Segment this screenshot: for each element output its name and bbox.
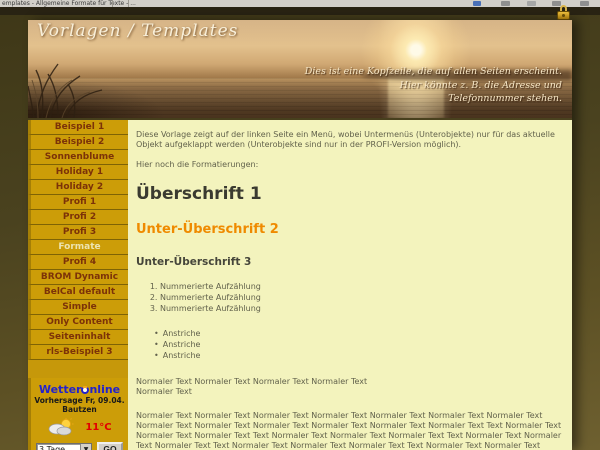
tagline-line-3: Telefonnummer stehen. [305, 92, 562, 106]
formats-intro-line: Hier noch die Formatierungen: [136, 160, 562, 170]
sidebar-item-profi-3[interactable]: Profi 3 [28, 225, 128, 240]
tagline-line-2: Hier könnte z. B. die Adresse und [305, 79, 562, 93]
numbered-list-item: Nummerierte Aufzählung [160, 281, 562, 292]
heading-1: Überschrift 1 [136, 184, 562, 204]
heading-3: Unter-Überschrift 3 [136, 256, 562, 269]
wetteronline-logo-suffix: nline [89, 383, 120, 396]
cloud-sun-icon [47, 418, 75, 436]
site-title: Vorlagen / Templates [37, 21, 238, 41]
forecast-city-label: Bautzen [31, 405, 128, 414]
sidebar-item-only-content[interactable]: Only Content [28, 315, 128, 330]
tab-divider [112, 0, 113, 7]
sidebar-item-profi-1[interactable]: Profi 1 [28, 195, 128, 210]
beach-grass-icon [28, 56, 178, 118]
bullet-list-item: Anstriche [154, 328, 562, 339]
browser-toolbar-icon[interactable] [527, 1, 536, 6]
wetteronline-logo[interactable]: Wetter nline [31, 383, 128, 396]
lock-keyhole [562, 14, 565, 17]
browser-tab-strip: emplates - Allgemeine Formate für Texte … [0, 0, 600, 7]
browser-toolbar-icon[interactable] [473, 1, 481, 6]
screen: emplates - Allgemeine Formate für Texte … [0, 0, 600, 450]
header-banner: Vorlagen / Templates Dies ist eine Kopfz… [28, 20, 572, 118]
bullet-list-item: Anstriche [154, 350, 562, 361]
sidebar-item-beispiel-2[interactable]: Beispiel 2 [28, 135, 128, 150]
intro-paragraph: Diese Vorlage zeigt auf der linken Seite… [136, 130, 562, 150]
browser-tab-title[interactable]: emplates - Allgemeine Formate für Texte … [2, 0, 136, 7]
normal-text-line-2: Normaler Text [136, 387, 562, 397]
browser-toolbar-icon[interactable] [580, 1, 589, 6]
normal-text-block: Normaler Text Normaler Text Normaler Tex… [136, 377, 562, 397]
sidebar-item-sonnenblume[interactable]: Sonnenblume [28, 150, 128, 165]
bullet-list: AnstricheAnstricheAnstriche [154, 328, 562, 361]
wetteronline-logo-prefix: Wetter [39, 383, 82, 396]
sidebar-item-profi-2[interactable]: Profi 2 [28, 210, 128, 225]
forecast-range-select[interactable]: 3 Tage ▼ [36, 443, 92, 450]
page: Vorlagen / Templates Dies ist eine Kopfz… [28, 20, 572, 450]
numbered-list: Nummerierte AufzählungNummerierte Aufzäh… [160, 281, 562, 314]
lock-icon [556, 5, 572, 21]
browser-toolbar-icon[interactable] [501, 1, 510, 6]
sidebar: Beispiel 1Beispiel 2SonnenblumeHoliday 1… [28, 120, 128, 450]
heading-2: Unter-Überschrift 2 [136, 222, 562, 238]
header-tagline: Dies ist eine Kopfzeile, die auf allen S… [305, 65, 562, 106]
numbered-list-item: Nummerierte Aufzählung [160, 292, 562, 303]
sidebar-item-seiteninhalt[interactable]: Seiteninhalt [28, 330, 128, 345]
sidebar-item-holiday-1[interactable]: Holiday 1 [28, 165, 128, 180]
temperature-value: 11°C [85, 422, 111, 433]
chevron-down-icon[interactable]: ▼ [80, 444, 91, 450]
sidebar-item-simple[interactable]: Simple [28, 300, 128, 315]
sidebar-item-rls-beispiel-3[interactable]: rls-Beispiel 3 [28, 345, 128, 360]
sidebar-item-holiday-2[interactable]: Holiday 2 [28, 180, 128, 195]
numbered-list-item: Nummerierte Aufzählung [160, 303, 562, 314]
normal-text-line-1: Normaler Text Normaler Text Normaler Tex… [136, 377, 562, 387]
sidebar-item-belcal-default[interactable]: BelCal default [28, 285, 128, 300]
main-content: Diese Vorlage zeigt auf der linken Seite… [128, 120, 572, 450]
weather-widget: Wetter nline Vorhersage Fr, 09.04. Bautze… [28, 378, 128, 450]
bullet-list-item: Anstriche [154, 339, 562, 350]
forecast-range-value: 3 Tage [37, 444, 80, 450]
sidebar-item-beispiel-1[interactable]: Beispiel 1 [28, 120, 128, 135]
sidebar-item-brom-dynamic[interactable]: BROM Dynamic [28, 270, 128, 285]
sidebar-menu: Beispiel 1Beispiel 2SonnenblumeHoliday 1… [28, 120, 128, 360]
forecast-date-label: Vorhersage Fr, 09.04. [31, 396, 128, 405]
tab-divider [128, 0, 129, 7]
go-button[interactable]: GO [97, 442, 123, 450]
sidebar-item-profi-4[interactable]: Profi 4 [28, 255, 128, 270]
dark-top-bar [0, 7, 600, 15]
sidebar-item-formate[interactable]: Formate [28, 240, 128, 255]
normal-text-paragraph: Normaler Text Normaler Text Normaler Tex… [136, 411, 562, 450]
tagline-line-1: Dies ist eine Kopfzeile, die auf allen S… [305, 65, 562, 79]
